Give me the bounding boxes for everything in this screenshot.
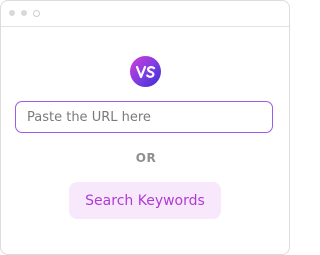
vs-logo-mark — [135, 65, 155, 78]
vs-logo-icon — [130, 56, 161, 87]
search-keywords-button[interactable]: Search Keywords — [69, 182, 221, 219]
window-control-dot-1[interactable] — [9, 10, 15, 16]
window-control-dot-3[interactable] — [33, 10, 40, 17]
or-divider-label: OR — [135, 151, 157, 165]
url-input[interactable] — [15, 101, 273, 133]
app-window: OR Search Keywords — [0, 0, 290, 255]
window-control-dot-2[interactable] — [21, 10, 27, 16]
window-titlebar — [1, 1, 289, 27]
